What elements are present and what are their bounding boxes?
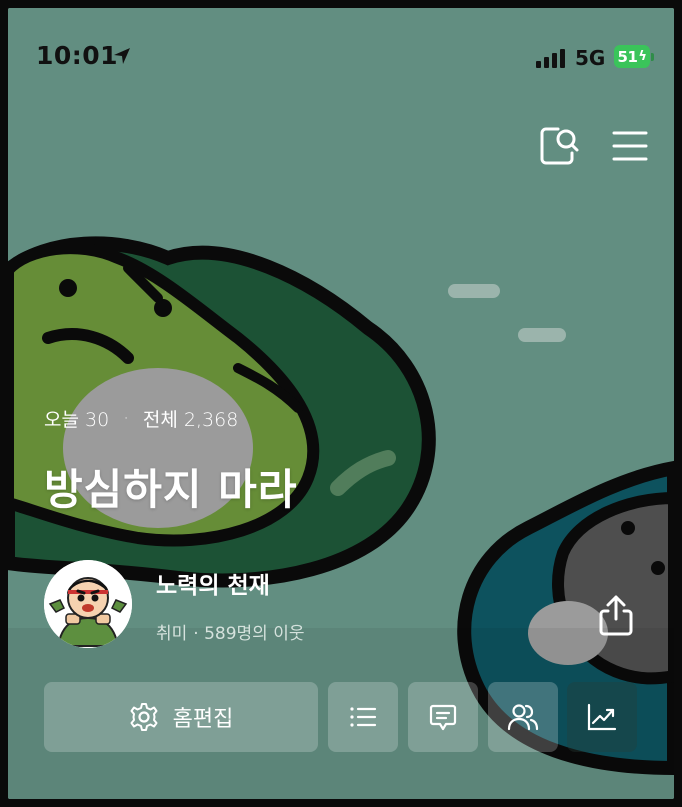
post-list-button[interactable]: [328, 682, 398, 752]
blog-title: 방심하지 마라: [44, 465, 298, 514]
profile-avatar[interactable]: [44, 560, 132, 648]
status-bar: 10:01 5G 51 ϟ: [8, 8, 674, 98]
total-visitors: 전체 2,368: [142, 409, 239, 431]
comments-button[interactable]: [408, 682, 478, 752]
neighbors-button[interactable]: [488, 682, 558, 752]
battery-level: 51: [617, 47, 638, 66]
blog-category: 취미: [156, 624, 188, 644]
blog-home-screen: 10:01 5G 51 ϟ 오늘 30 · 전체 2,368 방심하지 마라 노…: [8, 8, 674, 799]
visitor-stats: 오늘 30 · 전체 2,368: [44, 405, 238, 432]
battery-cap: [651, 53, 654, 61]
cellular-signal-icon: [536, 49, 565, 68]
stats-chart-icon: [587, 703, 617, 731]
hamburger-menu-icon[interactable]: [612, 128, 648, 164]
stats-separator: ·: [123, 408, 129, 429]
avatar-character-image: [44, 560, 132, 648]
network-type: 5G: [575, 46, 606, 70]
neighbor-count[interactable]: · 589명의 이웃: [193, 619, 304, 644]
battery-indicator: 51 ϟ: [614, 45, 650, 68]
comment-icon: [429, 704, 457, 731]
edit-home-label: 홈편집: [172, 707, 234, 732]
edit-home-button[interactable]: 홈편집: [44, 682, 318, 752]
list-icon: [350, 707, 377, 727]
share-icon[interactable]: [596, 593, 636, 637]
blog-action-bar: 홈편집: [44, 682, 644, 752]
today-visitors: 오늘 30: [44, 409, 110, 431]
status-time: 10:01: [36, 41, 119, 70]
search-icon[interactable]: [538, 125, 580, 167]
location-arrow-icon: [114, 48, 130, 64]
blogger-nickname[interactable]: 노력의 천재: [156, 566, 270, 600]
blog-sub-info: 취미 · 589명의 이웃: [156, 619, 305, 644]
charging-bolt-icon: ϟ: [638, 49, 647, 64]
statistics-button[interactable]: [567, 682, 637, 752]
neighbors-icon: [507, 704, 539, 731]
gear-icon: [130, 703, 158, 731]
